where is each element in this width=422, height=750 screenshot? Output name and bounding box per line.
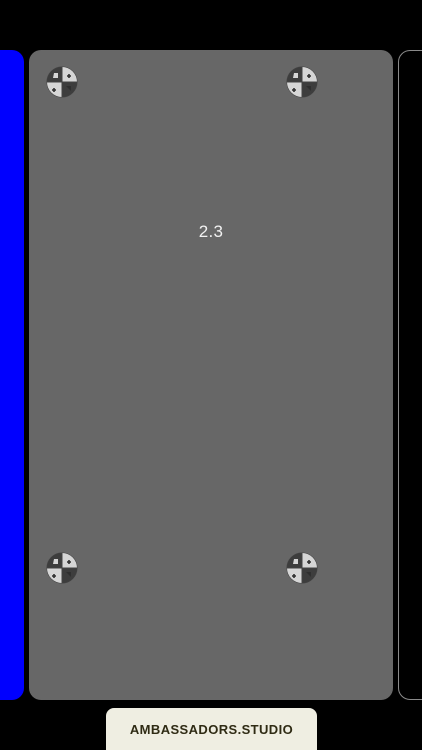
previous-card[interactable] (0, 50, 24, 700)
next-card[interactable] (398, 50, 422, 700)
carousel-screen: 2.3 AMBASSADORS.STUDIO (0, 0, 422, 750)
card-number-label: 2.3 (198, 222, 224, 241)
brand-tab[interactable]: AMBASSADORS.STUDIO (106, 708, 317, 750)
current-card[interactable]: 2.3 (29, 50, 393, 700)
brand-label: AMBASSADORS.STUDIO (129, 722, 294, 737)
